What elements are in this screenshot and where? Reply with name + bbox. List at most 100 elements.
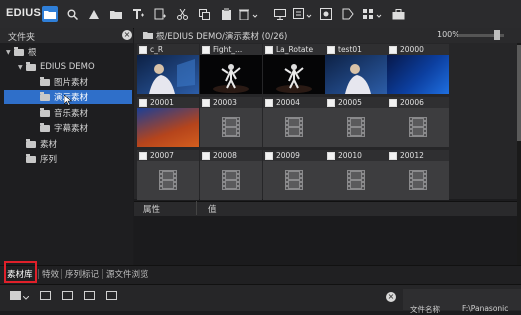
clip-item[interactable]: Fight_...	[200, 44, 262, 94]
close-icon[interactable]: ×	[386, 292, 396, 302]
checkbox[interactable]	[327, 98, 335, 107]
clip-item[interactable]: 20010	[325, 150, 387, 200]
tab-source-browser[interactable]: 源文件浏览	[106, 267, 149, 281]
folder-icon	[40, 107, 50, 117]
checkbox[interactable]	[389, 45, 397, 54]
clip-thumbnail	[387, 161, 449, 200]
checkbox[interactable]	[327, 45, 335, 54]
clip-item[interactable]: 20004	[263, 97, 325, 147]
expand-caret-icon[interactable]: ▼	[6, 49, 14, 56]
checkbox[interactable]	[265, 45, 273, 54]
clip-item[interactable]: 20000	[387, 44, 449, 94]
clip-item[interactable]: c_R	[137, 44, 199, 94]
tag-icon[interactable]	[340, 6, 356, 22]
zoom-slider-handle[interactable]	[494, 30, 500, 40]
expand-caret-icon[interactable]: ▼	[18, 64, 26, 71]
clip-item[interactable]: 20012	[387, 150, 449, 200]
clip-thumbnail	[137, 108, 199, 147]
folder-icon	[26, 153, 36, 163]
film-icon	[285, 170, 303, 190]
clip-name: 20000	[400, 45, 424, 54]
copy-icon[interactable]	[196, 6, 212, 22]
tree-item-label: 素材	[40, 140, 58, 150]
tree-item-label: EDIUS DEMO	[40, 62, 95, 72]
checkbox[interactable]	[389, 151, 397, 160]
checkbox[interactable]	[139, 98, 147, 107]
up-icon[interactable]	[86, 6, 102, 22]
checkbox[interactable]	[202, 45, 210, 54]
tab-divider	[102, 269, 103, 279]
clip-item[interactable]: 20003	[200, 97, 262, 147]
clip-item[interactable]: 20001	[137, 97, 199, 147]
properties-header	[134, 201, 517, 217]
clip-item[interactable]: 20005	[325, 97, 387, 147]
column-divider[interactable]	[196, 201, 197, 215]
settings-icon[interactable]	[318, 6, 334, 22]
checkbox[interactable]	[139, 45, 147, 54]
clip-item[interactable]: 20007	[137, 150, 199, 200]
checkbox[interactable]	[389, 98, 397, 107]
toolbox-icon[interactable]	[390, 6, 406, 22]
folder-view-icon[interactable]	[42, 6, 58, 22]
checkbox[interactable]	[139, 151, 147, 160]
clip-thumbnail	[263, 55, 325, 94]
clip-thumbnail	[263, 108, 325, 147]
clip-name: 20012	[400, 151, 424, 160]
checkbox[interactable]	[202, 151, 210, 160]
cut-icon[interactable]	[174, 6, 190, 22]
clip-item[interactable]: 20008	[200, 150, 262, 200]
details-icon[interactable]	[106, 291, 117, 300]
folder-icon	[26, 138, 36, 148]
image-icon[interactable]	[84, 291, 95, 300]
highlight-box	[4, 261, 37, 283]
tree-item-root[interactable]: ▼ 根	[6, 45, 126, 59]
checkbox[interactable]	[265, 151, 273, 160]
new-clip-icon[interactable]	[152, 6, 168, 22]
clip-thumbnail	[200, 161, 262, 200]
checkbox[interactable]	[265, 98, 273, 107]
properties-attribute-column[interactable]: 属性	[143, 203, 160, 215]
clip-thumbnail	[387, 108, 449, 147]
clip-thumbnail	[325, 55, 387, 94]
tab-effects[interactable]: 特效	[42, 267, 59, 281]
search-icon[interactable]	[64, 6, 80, 22]
monitor-icon[interactable]	[272, 6, 288, 22]
scrollbar-thumb[interactable]	[517, 45, 521, 141]
film-icon	[409, 170, 427, 190]
grid-icon[interactable]	[62, 291, 73, 300]
tab-sequence-markers[interactable]: 序列标记	[65, 267, 99, 281]
checkbox[interactable]	[202, 98, 210, 107]
clip-thumbnail	[200, 108, 262, 147]
clip-thumbnail	[137, 161, 199, 200]
add-title-icon[interactable]	[130, 6, 146, 22]
clip-item[interactable]: 20006	[387, 97, 449, 147]
tree-item-sequences[interactable]: 序列	[26, 152, 126, 166]
clip-item[interactable]: test01	[325, 44, 387, 94]
tree-item-music-assets[interactable]: 音乐素材	[40, 106, 128, 120]
file-name-value: F:\Panasonic	[462, 304, 509, 313]
paste-icon[interactable]	[218, 6, 234, 22]
close-icon[interactable]: ×	[122, 30, 132, 40]
tree-item-label: 字幕素材	[54, 124, 89, 134]
checkbox[interactable]	[327, 151, 335, 160]
chevron-down-icon[interactable]	[23, 296, 29, 300]
tree-item-edius-demo[interactable]: ▼ EDIUS DEMO	[18, 60, 128, 74]
tree-item-image-assets[interactable]: 图片素材	[40, 75, 128, 89]
tree-item-subtitle-assets[interactable]: 字幕素材	[40, 121, 128, 135]
delete-dropdown-icon[interactable]	[238, 6, 260, 22]
clip-item[interactable]: 20009	[263, 150, 325, 200]
open-folder-icon[interactable]	[108, 6, 124, 22]
clip-thumbnail	[263, 161, 325, 200]
tree-item-clips[interactable]: 素材	[26, 137, 126, 151]
add-clip-icon[interactable]	[10, 291, 21, 300]
clip-name: 20005	[338, 98, 362, 107]
view-mode-dropdown-icon[interactable]	[362, 6, 384, 22]
clip-item[interactable]: La_Rotate	[263, 44, 325, 94]
list-icon[interactable]	[40, 291, 51, 300]
clip-name: 20001	[150, 98, 174, 107]
film-icon	[409, 117, 427, 137]
properties-body	[134, 216, 517, 265]
properties-dropdown-icon[interactable]	[292, 6, 314, 22]
tree-item-label: 序列	[40, 155, 58, 165]
properties-value-column[interactable]: 值	[208, 203, 217, 215]
